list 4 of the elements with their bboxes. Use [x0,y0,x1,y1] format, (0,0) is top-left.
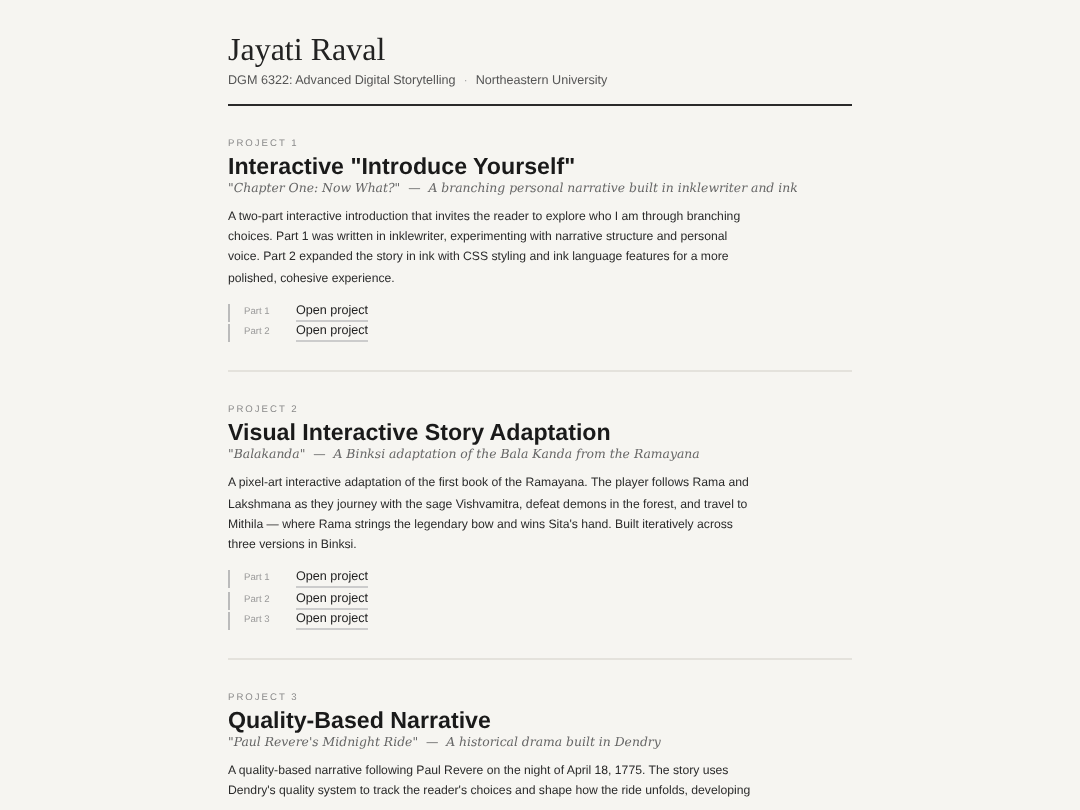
author-name: Jayati Raval [228,32,388,72]
project-title: Visual Interactive Story Adaptation [228,420,613,447]
project-title: Quality-Based Narrative [228,708,493,735]
project-title: Interactive "Introduce Yourself" [228,154,578,180]
